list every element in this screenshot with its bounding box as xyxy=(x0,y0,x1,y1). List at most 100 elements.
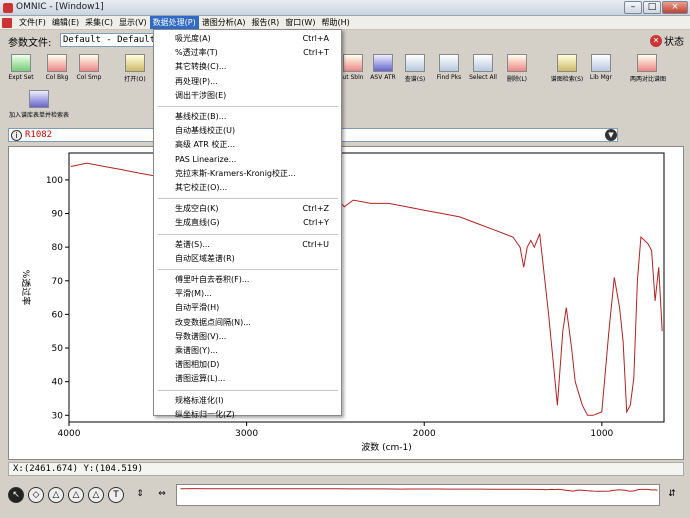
text-tool[interactable]: T xyxy=(108,487,124,503)
process-menu-item[interactable]: 基线校正(B)... xyxy=(154,110,341,123)
process-menu-item[interactable]: 纵坐标归一化(Z) xyxy=(154,408,341,421)
title-bar: OMNIC - [Window1] – □ × xyxy=(0,0,690,16)
region-tool[interactable]: ◇ xyxy=(28,487,44,503)
toolbar-label: Expt Set xyxy=(8,74,34,81)
label-peak-tool[interactable]: △ xyxy=(88,487,104,503)
y-tick-label: 40 xyxy=(52,378,64,388)
menu-view[interactable]: 显示(V) xyxy=(116,16,150,29)
toolbar-open[interactable]: 打开(O) xyxy=(118,54,152,83)
expand-icon[interactable]: ⇕ xyxy=(132,487,148,503)
process-menu-item[interactable]: PAS Linearize... xyxy=(154,153,341,166)
process-menu-item[interactable]: 自动区域差谱(R) xyxy=(154,252,341,265)
toolbar-delete[interactable]: 删除(L) xyxy=(500,54,534,83)
menu-analyze[interactable]: 谱图分析(A) xyxy=(199,16,249,29)
toolbar-compare[interactable]: 两两对比谱图 xyxy=(630,54,667,83)
status-icon: ✕ xyxy=(650,34,662,47)
maximize-button[interactable]: □ xyxy=(643,1,661,14)
toolbar-label: 删除(L) xyxy=(506,76,528,83)
menu-edit[interactable]: 编辑(E) xyxy=(49,16,82,29)
toolbar-label: 打开(O) xyxy=(124,76,146,83)
toolbar-label: Find Pks xyxy=(436,74,462,81)
menu-item-label: 差谱(S)... xyxy=(175,239,210,249)
overview-spectrum xyxy=(180,488,658,492)
minimize-button[interactable]: – xyxy=(624,1,642,14)
process-menu-item[interactable]: 谱图相加(D) xyxy=(154,358,341,371)
spectrum-name: R1082 xyxy=(25,130,53,140)
process-menu-item[interactable]: 自动平滑(H) xyxy=(154,301,341,314)
menu-item-label: 生成空白(K) xyxy=(175,204,219,214)
toolbar-find-peaks[interactable]: Find Pks xyxy=(432,54,466,81)
process-menu-item[interactable]: 其它校正(O)... xyxy=(154,181,341,194)
menu-process[interactable]: 数据处理(P) xyxy=(149,16,199,29)
spectrum-chart[interactable]: 30 40 50 60 70 80 90 100 4000 3000 2000 1000 波数 (cm-… xyxy=(9,147,685,461)
selection-tool[interactable]: ↖ xyxy=(8,487,24,503)
process-menu-item[interactable]: 自动基线校正(U) xyxy=(154,124,341,137)
toolbar-search[interactable]: 查谱(S) xyxy=(398,54,432,83)
process-menu-item[interactable]: 其它转换(C)... xyxy=(154,60,341,73)
process-menu-item[interactable]: 克拉末斯-Kramers-Kronig校正... xyxy=(154,167,341,180)
menu-item-label: 吸光度(A) xyxy=(175,34,211,43)
peak-area-tool[interactable]: △ xyxy=(68,487,84,503)
param-file-select[interactable]: Default - Default xyxy=(60,33,154,47)
process-menu-item[interactable]: 高级 ATR 校正... xyxy=(154,138,341,151)
library-icon xyxy=(591,54,611,72)
process-menu-item[interactable]: 吸光度(A) Ctrl+A xyxy=(154,32,341,45)
toolbar-col-bkg[interactable]: Col Bkg xyxy=(40,54,74,81)
document-icon xyxy=(2,17,12,28)
menu-item-label: 自动区域差谱(R) xyxy=(175,253,235,263)
toolbar-label: 加入谱库表单并检索表 xyxy=(8,112,69,119)
process-menu-item[interactable]: 改变数据点间隔(N)... xyxy=(154,316,341,329)
close-button[interactable]: × xyxy=(662,1,688,14)
process-menu-item[interactable]: 生成空白(K) Ctrl+Z xyxy=(154,202,341,215)
menu-item-label: PAS Linearize... xyxy=(175,154,237,164)
menu-item-label: 傅里叶自去卷积(F)... xyxy=(175,275,250,284)
process-menu-item[interactable]: 导数谱图(V)... xyxy=(154,330,341,343)
process-menu-item[interactable]: %透过率(T) Ctrl+T xyxy=(154,46,341,59)
x-axis-label: 波数 (cm-1) xyxy=(361,441,412,453)
menu-help[interactable]: 帮助(H) xyxy=(318,16,352,29)
toolbar-add-library[interactable]: 加入谱库表单并检索表 xyxy=(4,90,74,119)
peak-height-tool[interactable]: △ xyxy=(48,487,64,503)
menu-item-label: 规格标准化(I) xyxy=(175,395,224,405)
full-scale-icon[interactable]: ⇵ xyxy=(664,487,680,503)
toolbar-label: Col Smp xyxy=(76,74,102,81)
status-indicator[interactable]: ✕ 状态 xyxy=(650,33,684,48)
menu-window[interactable]: 窗口(W) xyxy=(282,16,318,29)
menu-item-label: 导数谱图(V)... xyxy=(175,331,227,341)
menu-separator xyxy=(158,269,338,270)
zoom-icon[interactable]: ⇔ xyxy=(154,487,170,503)
info-icon[interactable]: i xyxy=(11,130,22,141)
spectrum-plot[interactable]: 30 40 50 60 70 80 90 100 4000 3000 2000 1000 波数 (cm-… xyxy=(8,146,684,460)
x-tick-label: 3000 xyxy=(235,429,258,439)
process-menu-item[interactable]: 平滑(M)... xyxy=(154,287,341,300)
atr-icon xyxy=(373,54,393,72)
process-menu-dropdown: 吸光度(A) Ctrl+A %透过率(T) Ctrl+T 其它转换(C)... 再处理(P… xyxy=(153,29,342,419)
process-menu-item[interactable]: 再处理(P)... xyxy=(154,75,341,88)
process-menu-item[interactable]: 傅里叶自去卷积(F)... xyxy=(154,273,341,286)
toolbar-label: 两两对比谱图 xyxy=(630,76,667,83)
spectrum-dropdown-button[interactable]: ▼ xyxy=(605,129,617,141)
process-menu-item[interactable]: 谱图运算(L)... xyxy=(154,372,341,385)
overview-pane[interactable] xyxy=(176,484,660,506)
toolbar-col-smp[interactable]: Col Smp xyxy=(72,54,106,81)
y-tick-label: 60 xyxy=(52,310,64,320)
process-menu-item[interactable]: 乘谱图(Y)... xyxy=(154,344,341,357)
menu-file[interactable]: 文件(F) xyxy=(16,16,49,29)
menu-item-label: 再处理(P)... xyxy=(175,76,218,86)
menu-item-label: 平滑(M)... xyxy=(175,289,212,299)
process-menu-item[interactable]: 差谱(S)... Ctrl+U xyxy=(154,238,341,251)
toolbar-lib-mgr[interactable]: Lib Mgr xyxy=(584,54,618,81)
y-tick-label: 30 xyxy=(52,411,64,421)
toolbar-label: Lib Mgr xyxy=(589,74,613,81)
menu-report[interactable]: 报告(R) xyxy=(248,16,282,29)
menu-item-label: %透过率(T) xyxy=(175,48,218,58)
process-menu-item[interactable]: 规格标准化(I) xyxy=(154,394,341,407)
process-menu-item[interactable]: 调出干涉图(E) xyxy=(154,89,341,102)
menu-collect[interactable]: 采集(C) xyxy=(82,16,116,29)
process-menu-item[interactable]: 生成直线(G) Ctrl+Y xyxy=(154,216,341,229)
toolbar-select-all[interactable]: Select All xyxy=(466,54,500,81)
toolbar-atr[interactable]: ASV ATR xyxy=(366,54,400,81)
magnifier-icon xyxy=(557,54,577,72)
toolbar-library-search[interactable]: 谱图检索(S) xyxy=(550,54,584,83)
toolbar-expt-set[interactable]: Expt Set xyxy=(4,54,38,81)
